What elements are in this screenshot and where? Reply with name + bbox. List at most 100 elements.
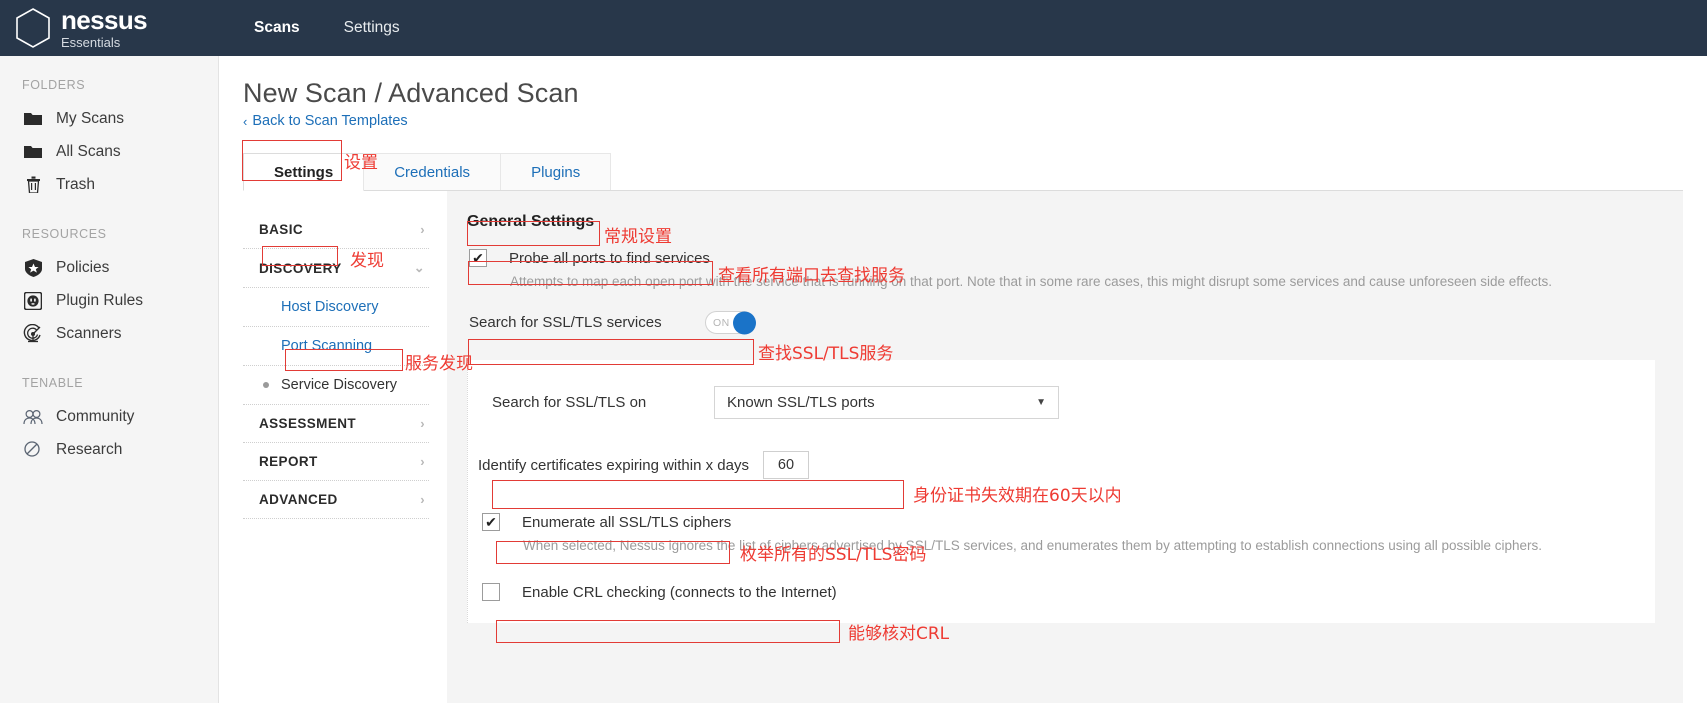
brand-edition: Essentials xyxy=(61,35,121,50)
select-value: Known SSL/TLS ports xyxy=(727,394,875,411)
settings-body: BASIC › DISCOVERY ⌄ Host Discovery Port … xyxy=(243,191,1683,703)
sidebar-item-plugin-rules[interactable]: Plugin Rules xyxy=(0,284,218,317)
radar-icon xyxy=(22,324,44,344)
cert-expiry-row: Identify certificates expiring within x … xyxy=(478,451,1655,479)
outlet-icon xyxy=(22,291,44,311)
sidebar-item-label: Policies xyxy=(56,258,110,276)
probe-all-ports-row: ✔ Probe all ports to find services xyxy=(469,249,1683,267)
chevron-down-icon: ▼ xyxy=(1036,397,1046,408)
sidebar-item-label: Trash xyxy=(56,175,96,193)
nav-group-report[interactable]: REPORT › xyxy=(243,443,429,481)
people-icon xyxy=(22,407,44,427)
probe-all-ports-checkbox[interactable]: ✔ xyxy=(469,249,487,267)
toggle-knob xyxy=(733,311,756,334)
folder-icon xyxy=(22,109,44,129)
back-link-label: Back to Scan Templates xyxy=(252,113,408,129)
sidebar-section-folders-label: FOLDERS xyxy=(22,78,86,92)
top-navigation-bar: nessus Essentials Scans Settings xyxy=(0,0,1707,56)
sidebar-item-research[interactable]: Research xyxy=(0,433,218,466)
sidebar-item-label: Research xyxy=(56,440,123,458)
crl-checking-row: Enable CRL checking (connects to the Int… xyxy=(482,583,1655,601)
sidebar-item-scanners[interactable]: Scanners xyxy=(0,317,218,350)
annotation-text-crl-checking: 能够核对CRL xyxy=(848,624,950,644)
chevron-right-icon: › xyxy=(420,492,425,507)
page-title: New Scan / Advanced Scan xyxy=(243,78,579,108)
magnifier-icon xyxy=(22,440,44,460)
nav-group-basic[interactable]: BASIC › xyxy=(243,211,429,249)
sidebar-item-label: Community xyxy=(56,407,135,425)
crl-checking-label: Enable CRL checking (connects to the Int… xyxy=(522,583,837,601)
chevron-right-icon: › xyxy=(420,222,425,237)
annotation-text-ssl-toggle: 查找SSL/TLS服务 xyxy=(758,344,894,364)
nav-link-scans[interactable]: Scans xyxy=(232,19,322,37)
nav-group-label: REPORT xyxy=(259,454,318,469)
nav-group-discovery[interactable]: DISCOVERY ⌄ xyxy=(243,249,429,288)
sidebar-item-label: Scanners xyxy=(56,324,122,342)
top-nav-links: Scans Settings xyxy=(232,19,422,37)
enumerate-ciphers-row: ✔ Enumerate all SSL/TLS ciphers xyxy=(482,513,1655,531)
search-ssl-tls-on-row: Search for SSL/TLS on Known SSL/TLS port… xyxy=(492,386,1655,419)
chevron-down-icon: ⌄ xyxy=(413,260,425,275)
sidebar-item-trash[interactable]: Trash xyxy=(0,168,218,201)
annotation-text-general-settings: 常规设置 xyxy=(604,227,672,247)
search-ssl-tls-services-label: Search for SSL/TLS services xyxy=(469,314,662,331)
left-sidebar: FOLDERS My Scans All Scans Trash RESOURC… xyxy=(0,56,219,703)
trash-icon xyxy=(22,175,44,195)
nav-link-settings[interactable]: Settings xyxy=(322,19,422,37)
probe-all-ports-label: Probe all ports to find services xyxy=(509,249,710,267)
enumerate-ciphers-label: Enumerate all SSL/TLS ciphers xyxy=(522,513,732,531)
toggle-state-label: ON xyxy=(713,316,730,329)
sidebar-item-label: Plugin Rules xyxy=(56,291,144,309)
search-ssl-tls-services-row: Search for SSL/TLS services ON xyxy=(469,311,756,334)
annotation-text-discovery: 发现 xyxy=(350,251,384,271)
annotation-text-enumerate-ciphers: 枚举所有的SSL/TLS密码 xyxy=(740,545,927,565)
main-content: New Scan / Advanced Scan ‹ Back to Scan … xyxy=(219,56,1707,703)
nav-group-label: DISCOVERY xyxy=(259,260,342,276)
annotation-text-cert-expiry: 身份证书失效期在60天以内 xyxy=(913,486,1122,506)
search-ssl-tls-services-toggle[interactable]: ON xyxy=(705,311,756,334)
chevron-right-icon: › xyxy=(420,416,425,431)
nav-group-label: ADVANCED xyxy=(259,492,338,507)
nav-sub-service-discovery[interactable]: Service Discovery xyxy=(243,366,429,405)
shield-star-icon xyxy=(22,258,44,278)
sidebar-item-all-scans[interactable]: All Scans xyxy=(0,135,218,168)
search-ssl-tls-on-select[interactable]: Known SSL/TLS ports ▼ xyxy=(714,386,1059,419)
sidebar-item-label: My Scans xyxy=(56,109,125,127)
crl-checking-checkbox[interactable] xyxy=(482,583,500,601)
annotation-text-settings-tab: 设置 xyxy=(344,153,378,173)
enumerate-ciphers-help: When selected, Nessus ignores the list o… xyxy=(523,538,1543,553)
general-settings-heading: General Settings xyxy=(467,213,595,230)
nav-group-label: ASSESSMENT xyxy=(259,416,357,431)
sidebar-item-my-scans[interactable]: My Scans xyxy=(0,102,218,135)
tab-bar: Settings Credentials Plugins xyxy=(243,153,1683,191)
search-ssl-tls-on-label: Search for SSL/TLS on xyxy=(492,394,647,411)
tab-credentials[interactable]: Credentials xyxy=(363,153,502,190)
tab-plugins[interactable]: Plugins xyxy=(500,153,612,190)
sidebar-item-community[interactable]: Community xyxy=(0,400,218,433)
nav-group-advanced[interactable]: ADVANCED › xyxy=(243,481,429,519)
nav-group-label: BASIC xyxy=(259,222,304,237)
annotation-text-probe-ports: 查看所有端口去查找服务 xyxy=(718,266,905,286)
sidebar-section-resources-label: RESOURCES xyxy=(22,227,107,241)
sidebar-item-label: All Scans xyxy=(56,142,121,160)
sidebar-item-policies[interactable]: Policies xyxy=(0,251,218,284)
enumerate-ciphers-checkbox[interactable]: ✔ xyxy=(482,513,500,531)
chevron-left-icon: ‹ xyxy=(243,113,248,129)
nav-sub-port-scanning[interactable]: Port Scanning xyxy=(243,327,429,366)
nessus-hexagon-icon xyxy=(14,7,52,49)
cert-expiry-input[interactable]: 60 xyxy=(762,451,809,479)
brand-name: nessus xyxy=(61,5,148,35)
settings-nav-column: BASIC › DISCOVERY ⌄ Host Discovery Port … xyxy=(243,191,429,703)
nav-group-assessment[interactable]: ASSESSMENT › xyxy=(243,405,429,443)
folder-icon xyxy=(22,142,44,162)
brand-logo[interactable]: nessus Essentials xyxy=(14,7,214,49)
back-to-scan-templates-link[interactable]: ‹ Back to Scan Templates xyxy=(243,113,1707,129)
chevron-right-icon: › xyxy=(420,454,425,469)
annotation-text-service-discovery: 服务发现 xyxy=(405,354,473,374)
sidebar-section-tenable-label: TENABLE xyxy=(22,376,84,390)
probe-all-ports-help: Attempts to map each open port with the … xyxy=(510,274,1553,289)
nav-sub-host-discovery[interactable]: Host Discovery xyxy=(243,288,429,327)
brand-text: nessus Essentials xyxy=(61,5,148,50)
